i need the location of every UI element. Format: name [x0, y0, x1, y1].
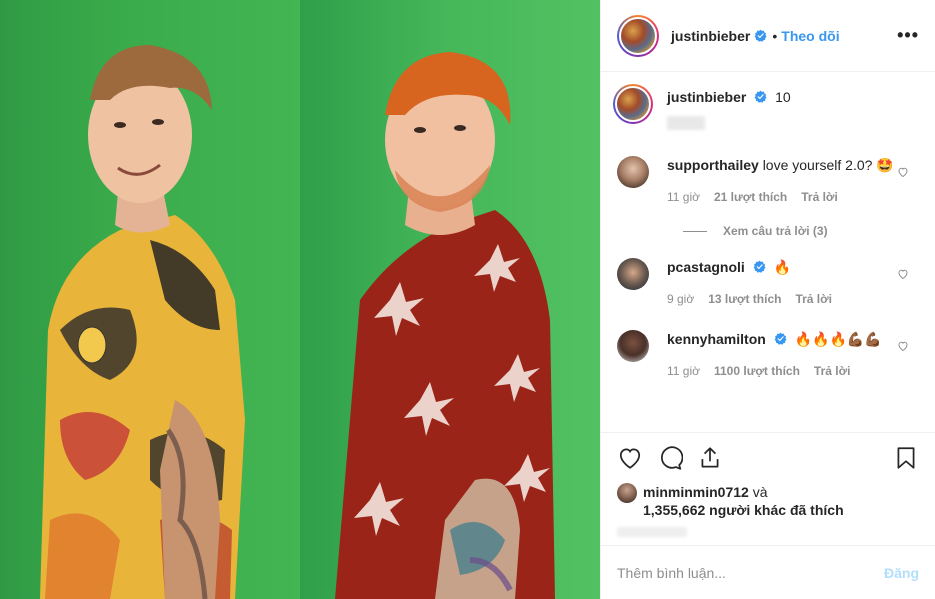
- comment-like-heart-icon[interactable]: [897, 340, 909, 352]
- comment-item: supporthailey love yourself 2.0? 🤩 11 gi…: [617, 156, 919, 206]
- action-icons: [617, 443, 919, 473]
- comment-meta: 11 giờ 21 lượt thích Trả lời: [667, 188, 895, 206]
- likes-count[interactable]: 1,355,662 người khác đã thích: [643, 502, 844, 518]
- post-timestamp-redacted: [617, 527, 687, 537]
- verified-badge-icon: [753, 260, 766, 273]
- verified-badge-icon: [754, 90, 767, 103]
- photo-left-man-tie-dye: [0, 0, 300, 599]
- comment-item: kennyhamilton 🔥🔥🔥💪🏾💪🏾 11 giờ 1100 lượt t…: [617, 330, 919, 380]
- post-sidebar: justinbieber • Theo dõi ••• justinbieber…: [600, 0, 935, 599]
- add-comment-bar: Đăng: [601, 545, 935, 599]
- commenter-avatar[interactable]: [617, 156, 649, 188]
- follow-button[interactable]: Theo dõi: [781, 28, 839, 44]
- comment-meta: 9 giờ 13 lượt thích Trả lời: [667, 290, 895, 308]
- comment-icon[interactable]: [657, 445, 683, 471]
- reply-button[interactable]: Trả lời: [801, 188, 838, 206]
- comment-input[interactable]: [617, 564, 884, 581]
- commenter-avatar[interactable]: [617, 258, 649, 290]
- comment-like-heart-icon[interactable]: [897, 268, 909, 280]
- comment-likes[interactable]: 13 lượt thích: [708, 290, 781, 308]
- share-icon[interactable]: [697, 445, 723, 471]
- more-icon[interactable]: •••: [897, 25, 919, 46]
- likes-summary: minminmin0712 và 1,355,662 người khác đã…: [617, 483, 919, 519]
- comment-text: 🔥: [773, 259, 792, 275]
- comment-time[interactable]: 11 giờ: [667, 188, 700, 206]
- commenter-username[interactable]: pcastagnoli: [667, 259, 745, 275]
- comment-likes[interactable]: 1100 lượt thích: [714, 362, 800, 380]
- reply-button[interactable]: Trả lời: [814, 362, 851, 380]
- caption-timestamp-redacted: [667, 116, 705, 130]
- comment-like-heart-icon[interactable]: [897, 166, 909, 178]
- verified-badge-icon: [774, 332, 787, 345]
- post-image[interactable]: [0, 0, 600, 599]
- post-comment-button[interactable]: Đăng: [884, 565, 919, 581]
- likes-connector: và: [752, 484, 768, 500]
- bookmark-icon[interactable]: [893, 445, 919, 471]
- view-replies-label: Xem câu trả lời (3): [723, 224, 828, 238]
- separator-dot: •: [772, 27, 778, 44]
- post-header: justinbieber • Theo dõi •••: [601, 0, 935, 72]
- heart-icon[interactable]: [617, 445, 643, 471]
- comment-likes[interactable]: 21 lượt thích: [714, 188, 787, 206]
- caption-avatar[interactable]: [613, 84, 653, 124]
- caption-text: 10: [775, 89, 791, 105]
- comment-item: pcastagnoli 🔥 9 giờ 13 lượt thích Trả lờ…: [617, 258, 919, 308]
- post-actions: minminmin0712 và 1,355,662 người khác đã…: [601, 432, 935, 544]
- reply-button[interactable]: Trả lời: [795, 290, 832, 308]
- comment-time[interactable]: 11 giờ: [667, 362, 700, 380]
- replies-line: [683, 230, 707, 232]
- comments-list[interactable]: justinbieber 10 supporthailey love yours…: [601, 72, 935, 432]
- commenter-username[interactable]: kennyhamilton: [667, 331, 766, 347]
- liker-avatar[interactable]: [617, 483, 637, 503]
- comment-text: love yourself 2.0? 🤩: [762, 157, 894, 173]
- author-avatar[interactable]: [617, 14, 659, 57]
- photo-right-man-red-shirt: [300, 0, 600, 599]
- comment-meta: 11 giờ 1100 lượt thích Trả lời: [667, 362, 895, 380]
- caption-username[interactable]: justinbieber: [667, 89, 746, 105]
- verified-badge-icon: [754, 29, 767, 42]
- author-username[interactable]: justinbieber: [671, 28, 750, 44]
- comment-time[interactable]: 9 giờ: [667, 290, 694, 308]
- comment-text: 🔥🔥🔥💪🏾💪🏾: [794, 331, 882, 347]
- commenter-avatar[interactable]: [617, 330, 649, 362]
- commenter-username[interactable]: supporthailey: [667, 157, 759, 173]
- caption: justinbieber 10: [613, 84, 919, 134]
- first-liker-username[interactable]: minminmin0712: [643, 484, 749, 500]
- view-replies-button[interactable]: Xem câu trả lời (3): [683, 224, 919, 238]
